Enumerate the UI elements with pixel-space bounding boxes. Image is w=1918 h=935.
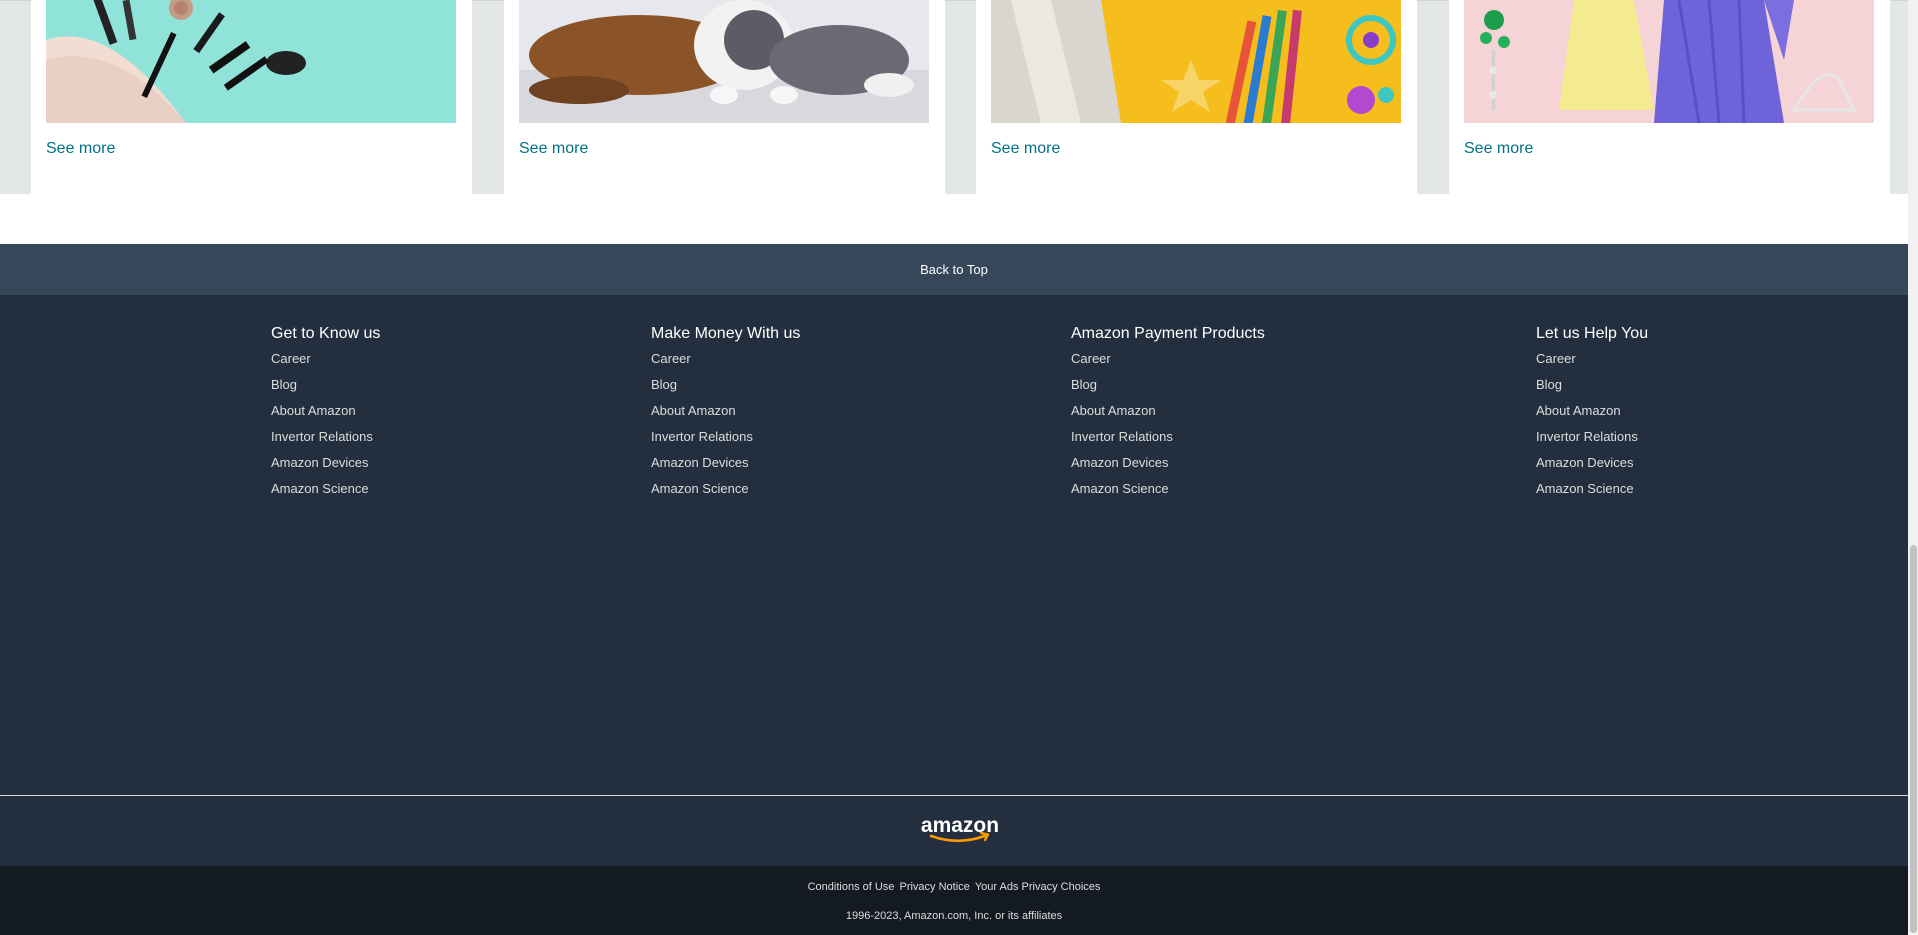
footer-link-about-amazon[interactable]: About Amazon (651, 403, 736, 418)
see-more-link[interactable]: See more (46, 140, 115, 158)
footer-column-payment-products: Amazon Payment Products Career Blog Abou… (1071, 325, 1265, 507)
footer-link-blog[interactable]: Blog (271, 377, 297, 392)
footer-link-investor-relations[interactable]: Invertor Relations (651, 429, 753, 444)
amazon-logo[interactable]: amazon (919, 816, 1001, 844)
footer-link-amazon-science[interactable]: Amazon Science (271, 481, 369, 496)
footer-link-career[interactable]: Career (651, 351, 691, 366)
conditions-of-use-link[interactable]: Conditions of Use (808, 881, 895, 893)
footer-links-section: Get to Know us Career Blog About Amazon … (0, 295, 1908, 795)
footer-link-amazon-devices[interactable]: Amazon Devices (271, 455, 369, 470)
footer-link-blog[interactable]: Blog (651, 377, 677, 392)
ads-privacy-choices-link[interactable]: Your Ads Privacy Choices (975, 881, 1101, 893)
footer-link-amazon-science[interactable]: Amazon Science (1071, 481, 1169, 496)
footer-link-amazon-devices[interactable]: Amazon Devices (1071, 455, 1169, 470)
footer-link-amazon-science[interactable]: Amazon Science (651, 481, 749, 496)
footer-link-about-amazon[interactable]: About Amazon (1536, 403, 1621, 418)
footer-link-investor-relations[interactable]: Invertor Relations (271, 429, 373, 444)
scrollbar-thumb[interactable] (1910, 545, 1917, 933)
footer-link-career[interactable]: Career (271, 351, 311, 366)
footer-link-about-amazon[interactable]: About Amazon (1071, 403, 1156, 418)
see-more-link[interactable]: See more (519, 140, 588, 158)
pets-image[interactable] (519, 0, 929, 123)
back-to-top-button[interactable]: Back to Top (0, 244, 1908, 295)
footer-link-amazon-devices[interactable]: Amazon Devices (1536, 455, 1634, 470)
category-card: See more (504, 0, 945, 194)
footer-column-heading: Let us Help You (1536, 325, 1649, 342)
fashion-image[interactable] (1464, 0, 1874, 123)
legal-links: Conditions of Use Privacy Notice Your Ad… (0, 881, 1908, 893)
footer-link-investor-relations[interactable]: Invertor Relations (1536, 429, 1638, 444)
footer-link-amazon-science[interactable]: Amazon Science (1536, 481, 1634, 496)
makeup-products-image[interactable] (46, 0, 456, 123)
footer-link-about-amazon[interactable]: About Amazon (271, 403, 356, 418)
privacy-notice-link[interactable]: Privacy Notice (899, 881, 969, 893)
see-more-link[interactable]: See more (1464, 140, 1533, 158)
footer-column-get-to-know-us: Get to Know us Career Blog About Amazon … (271, 325, 380, 507)
footer-link-blog[interactable]: Blog (1536, 377, 1562, 392)
footer-column-make-money: Make Money With us Career Blog About Ama… (651, 325, 800, 507)
category-card: See more (31, 0, 472, 194)
category-cards-section: See more See more See more See more (0, 0, 1908, 194)
footer-link-blog[interactable]: Blog (1071, 377, 1097, 392)
footer-column-heading: Get to Know us (271, 325, 381, 342)
category-card: See more (1449, 0, 1890, 194)
see-more-link[interactable]: See more (991, 140, 1060, 158)
footer-column-heading: Amazon Payment Products (1071, 325, 1265, 342)
footer-column-help: Let us Help You Career Blog About Amazon… (1536, 325, 1648, 507)
school-supplies-image[interactable] (991, 0, 1401, 123)
page: See more See more See more See more Back… (0, 0, 1908, 935)
footer-link-career[interactable]: Career (1071, 351, 1111, 366)
category-card: See more (976, 0, 1417, 194)
footer-column-heading: Make Money With us (651, 325, 801, 342)
footer-logo-band: amazon (0, 796, 1908, 866)
footer-link-investor-relations[interactable]: Invertor Relations (1071, 429, 1173, 444)
footer-link-career[interactable]: Career (1536, 351, 1576, 366)
copyright-text: 1996-2023, Amazon.com, Inc. or its affil… (845, 910, 1063, 922)
footer-link-amazon-devices[interactable]: Amazon Devices (651, 455, 749, 470)
footer-legal-bar: Conditions of Use Privacy Notice Your Ad… (0, 866, 1908, 935)
